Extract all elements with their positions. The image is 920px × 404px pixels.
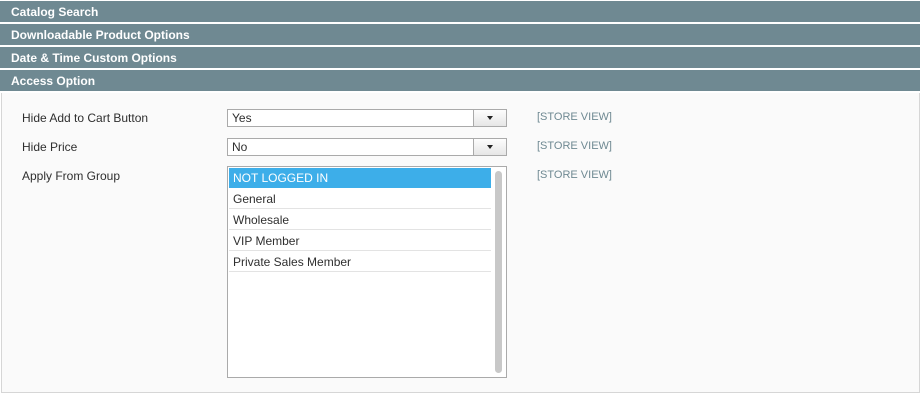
section-date-time-custom-options[interactable]: Date & Time Custom Options — [0, 47, 920, 69]
apply-from-group-label: Apply From Group — [22, 169, 121, 183]
list-item[interactable]: Wholesale — [229, 210, 491, 230]
list-item[interactable]: NOT LOGGED IN — [229, 168, 491, 188]
list-item[interactable]: General — [229, 189, 491, 209]
section-access-option[interactable]: Access Option — [0, 70, 920, 92]
hide-price-value: No — [232, 140, 248, 154]
dropdown-button[interactable] — [473, 139, 506, 155]
hide-price-select[interactable]: No — [227, 138, 507, 156]
chevron-down-icon — [487, 116, 493, 120]
list-item[interactable]: VIP Member — [229, 231, 491, 251]
scope-label: [STORE VIEW] — [537, 169, 612, 181]
hide-add-to-cart-select[interactable]: Yes — [227, 109, 507, 127]
dropdown-button[interactable] — [473, 110, 506, 126]
section-downloadable-product-options[interactable]: Downloadable Product Options — [0, 24, 920, 46]
chevron-down-icon — [487, 145, 493, 149]
hide-price-label: Hide Price — [22, 140, 78, 154]
list-item[interactable]: Private Sales Member — [229, 252, 491, 272]
scope-label: [STORE VIEW] — [537, 111, 612, 123]
apply-from-group-multiselect[interactable]: NOT LOGGED IN General Wholesale VIP Memb… — [227, 166, 507, 378]
section-catalog-search[interactable]: Catalog Search — [0, 1, 920, 23]
hide-add-to-cart-label: Hide Add to Cart Button — [22, 111, 149, 125]
scrollbar[interactable] — [495, 171, 502, 373]
hide-add-to-cart-value: Yes — [232, 111, 252, 125]
scope-label: [STORE VIEW] — [537, 140, 612, 152]
